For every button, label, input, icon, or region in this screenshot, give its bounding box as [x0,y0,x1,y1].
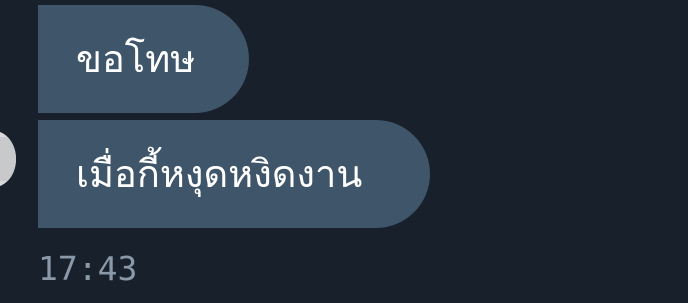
avatar-face [0,137,16,181]
sender-avatar[interactable] [0,131,16,187]
message-text: ขอโทษ [76,37,196,81]
message-bubble[interactable]: ขอโทษ [38,5,249,113]
message-text: เมื่อกี้หงุดหงิดงาน [76,152,363,196]
message-bubble[interactable]: เมื่อกี้หงุดหงิดงาน [38,120,430,228]
message-timestamp: 17:43 [38,249,138,288]
